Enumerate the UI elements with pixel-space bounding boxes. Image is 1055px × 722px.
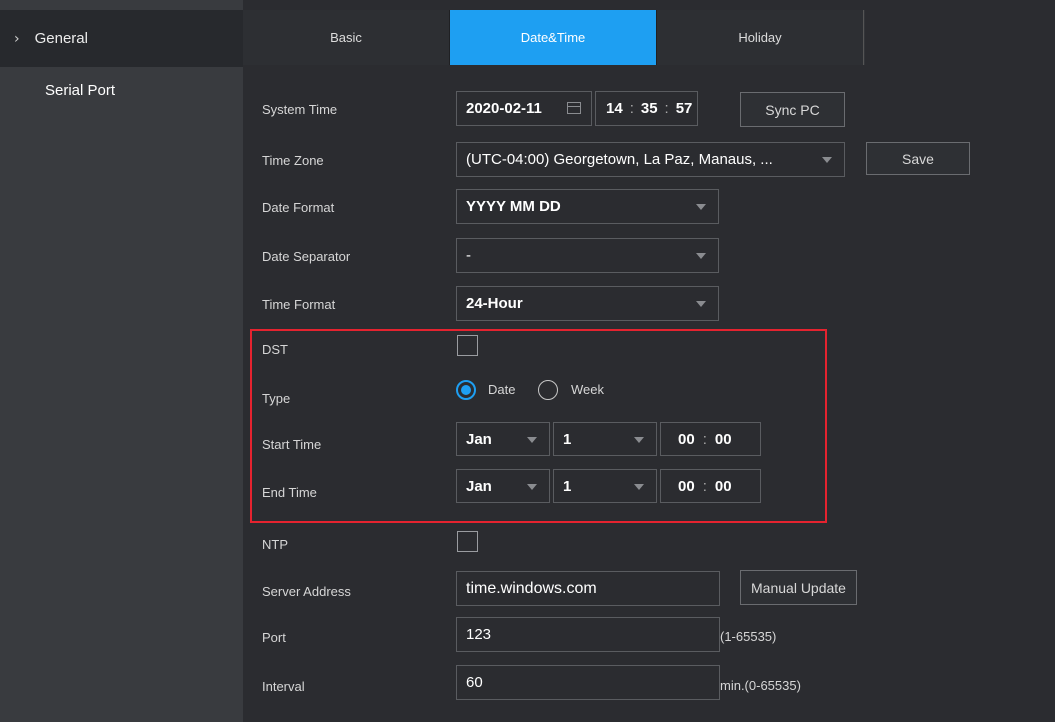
manual-update-button[interactable]: Manual Update bbox=[740, 570, 857, 605]
chevron-down-icon bbox=[527, 437, 537, 443]
chevron-down-icon bbox=[696, 253, 706, 259]
time-format-label: Time Format bbox=[262, 297, 336, 312]
chevron-down-icon bbox=[634, 437, 644, 443]
tab-bar: Basic Date&Time Holiday bbox=[243, 10, 865, 65]
time-zone-value: (UTC-04:00) Georgetown, La Paz, Manaus, … bbox=[466, 151, 773, 168]
dst-label: DST bbox=[262, 342, 288, 357]
system-time-second: 57 bbox=[675, 100, 693, 117]
date-format-value: YYYY MM DD bbox=[466, 198, 561, 215]
start-minute-value: 00 bbox=[714, 430, 732, 448]
sync-pc-button[interactable]: Sync PC bbox=[740, 92, 845, 127]
port-label: Port bbox=[262, 630, 286, 645]
start-clock-field[interactable]: 00 : 00 bbox=[660, 422, 761, 456]
type-date-label: Date bbox=[488, 382, 516, 397]
ntp-label: NTP bbox=[262, 537, 288, 552]
start-day-select[interactable]: 1 bbox=[553, 422, 657, 456]
calendar-icon[interactable] bbox=[567, 102, 581, 114]
sidebar-item-label: General bbox=[34, 30, 88, 47]
time-colon: : bbox=[629, 100, 634, 117]
port-hint: (1-65535) bbox=[720, 629, 777, 644]
type-week-label: Week bbox=[571, 382, 604, 397]
sidebar-item-serial-port[interactable]: Serial Port bbox=[0, 67, 243, 113]
tab-date-time[interactable]: Date&Time bbox=[450, 10, 657, 65]
system-time-minute: 35 bbox=[640, 100, 658, 117]
sidebar-item-label: Serial Port bbox=[45, 81, 116, 99]
chevron-down-icon bbox=[696, 301, 706, 307]
tab-holiday[interactable]: Holiday bbox=[657, 10, 864, 65]
end-hour-value: 00 bbox=[678, 477, 695, 495]
chevron-down-icon bbox=[696, 204, 706, 210]
time-zone-label: Time Zone bbox=[262, 153, 324, 168]
sidebar-item-general[interactable]: › General bbox=[0, 10, 243, 67]
end-clock-field[interactable]: 00 : 00 bbox=[660, 469, 761, 503]
end-minute-value: 00 bbox=[714, 477, 732, 495]
dst-checkbox[interactable] bbox=[457, 335, 478, 356]
ntp-checkbox[interactable] bbox=[457, 531, 478, 552]
start-hour-value: 00 bbox=[678, 430, 695, 448]
system-date-field[interactable]: 2020-02-11 bbox=[456, 91, 592, 126]
chevron-down-icon bbox=[822, 157, 832, 163]
system-date-value: 2020-02-11 bbox=[466, 100, 542, 117]
end-day-select[interactable]: 1 bbox=[553, 469, 657, 503]
save-button[interactable]: Save bbox=[866, 142, 970, 175]
interval-value: 60 bbox=[466, 674, 483, 691]
start-day-value: 1 bbox=[563, 430, 572, 448]
port-value: 123 bbox=[466, 626, 492, 643]
end-time-label: End Time bbox=[262, 485, 317, 500]
time-colon: : bbox=[702, 430, 707, 448]
interval-label: Interval bbox=[262, 679, 305, 694]
tab-basic[interactable]: Basic bbox=[243, 10, 450, 65]
end-day-value: 1 bbox=[563, 477, 572, 495]
server-address-input[interactable]: time.windows.com bbox=[456, 571, 720, 606]
chevron-down-icon bbox=[634, 484, 644, 490]
start-time-label: Start Time bbox=[262, 437, 322, 452]
date-separator-value: - bbox=[466, 247, 471, 264]
port-input[interactable]: 123 bbox=[456, 617, 720, 652]
time-format-select[interactable]: 24-Hour bbox=[456, 286, 719, 321]
server-address-value: time.windows.com bbox=[466, 579, 597, 597]
interval-input[interactable]: 60 bbox=[456, 665, 720, 700]
type-week-radio[interactable] bbox=[538, 380, 558, 400]
system-time-label: System Time bbox=[262, 102, 338, 117]
server-address-label: Server Address bbox=[262, 584, 351, 599]
date-format-label: Date Format bbox=[262, 200, 335, 215]
end-month-select[interactable]: Jan bbox=[456, 469, 550, 503]
system-time-field[interactable]: 14 : 35 : 57 bbox=[595, 91, 698, 126]
sidebar: › General Serial Port bbox=[0, 0, 243, 722]
main-panel: Basic Date&Time Holiday System Time 2020… bbox=[243, 0, 1055, 722]
end-month-value: Jan bbox=[466, 477, 492, 495]
type-date-radio[interactable] bbox=[456, 380, 476, 400]
chevron-right-icon: › bbox=[14, 30, 20, 47]
date-format-select[interactable]: YYYY MM DD bbox=[456, 189, 719, 224]
date-separator-select[interactable]: - bbox=[456, 238, 719, 273]
time-colon: : bbox=[664, 100, 669, 117]
start-month-select[interactable]: Jan bbox=[456, 422, 550, 456]
interval-hint: min.(0-65535) bbox=[720, 678, 801, 693]
start-month-value: Jan bbox=[466, 430, 492, 448]
time-zone-select[interactable]: (UTC-04:00) Georgetown, La Paz, Manaus, … bbox=[456, 142, 845, 177]
system-time-hour: 14 bbox=[606, 100, 623, 117]
date-separator-label: Date Separator bbox=[262, 249, 351, 264]
chevron-down-icon bbox=[527, 484, 537, 490]
time-colon: : bbox=[702, 477, 707, 495]
type-label: Type bbox=[262, 391, 291, 406]
time-format-value: 24-Hour bbox=[466, 295, 523, 312]
